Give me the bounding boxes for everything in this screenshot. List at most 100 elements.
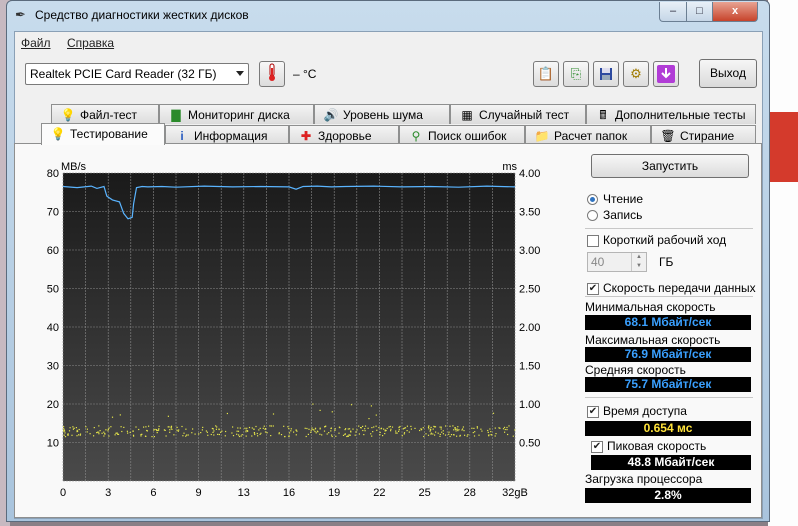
access-time-point <box>64 432 66 434</box>
access-time-point <box>192 428 194 430</box>
access-time-point <box>86 431 88 433</box>
access-time-point <box>64 436 67 438</box>
access-time-point <box>391 426 394 428</box>
access-time-point <box>449 425 451 427</box>
access-time-point <box>321 434 323 436</box>
tab-health[interactable]: ✚ Здоровье <box>289 125 399 145</box>
access-time-point <box>158 425 160 427</box>
drive-select[interactable]: Realtek PCIE Card Reader (32 ГБ) <box>25 63 249 85</box>
access-time-point <box>262 427 264 429</box>
access-time-point <box>269 425 271 427</box>
tab-label: Тестирование <box>70 127 148 141</box>
y-right-tick-label: 2.00 <box>519 322 540 334</box>
access-time-point <box>153 436 155 438</box>
menu-help[interactable]: Справка <box>67 36 114 50</box>
control-sidebar: Запустить Чтение Запись Короткий рабочий… <box>585 144 756 514</box>
y-right-tick-label: 1.00 <box>519 399 540 411</box>
access-time-point <box>245 429 247 431</box>
access-time-point <box>173 434 175 436</box>
access-time-point <box>406 425 408 427</box>
burst-rate-label: Пиковая скорость <box>607 439 707 453</box>
tab-error-scan[interactable]: ⚲ Поиск ошибок <box>399 125 525 145</box>
maximize-button[interactable]: □ <box>686 2 713 22</box>
tab-erase[interactable]: 🗑 Стирание <box>651 125 756 145</box>
access-time-point <box>78 428 80 431</box>
access-time-point <box>295 429 297 431</box>
access-time-point <box>156 429 158 432</box>
access-time-point <box>319 427 321 429</box>
access-time-point <box>435 431 437 433</box>
copy-button[interactable]: 📋 <box>533 61 559 87</box>
access-time-point <box>256 432 258 435</box>
title-bar: ✒ Средство диагностики жестких дисков – … <box>7 1 769 29</box>
access-time-point <box>344 433 346 435</box>
start-button[interactable]: Запустить <box>591 154 749 178</box>
short-stroke-checkbox[interactable] <box>587 235 599 247</box>
exit-button[interactable]: Выход <box>699 59 757 88</box>
save-button[interactable] <box>593 61 619 87</box>
access-time-point <box>403 432 406 434</box>
short-stroke-value: 40 <box>591 255 605 269</box>
random-icon: ▦ <box>461 108 473 122</box>
access-time-point <box>495 433 497 435</box>
access-time-point <box>67 433 69 435</box>
tab-file-test[interactable]: 💡 Файл-тест <box>51 104 159 124</box>
tab-noise-level[interactable]: 🔊 Уровень шума <box>314 104 450 124</box>
close-button[interactable]: x <box>712 2 758 22</box>
tab-info[interactable]: i Информация <box>165 125 289 145</box>
access-time-point <box>376 429 378 431</box>
access-time-point <box>406 430 408 432</box>
tab-folder-usage[interactable]: 📁 Расчет папок <box>525 125 651 145</box>
copy-green-button[interactable]: ⎘ <box>563 61 589 87</box>
access-time-point <box>272 413 275 415</box>
access-time-point <box>63 434 65 436</box>
tab-extra-tests[interactable]: 🖩 Дополнительные тесты <box>586 104 756 124</box>
access-time-point <box>315 432 317 434</box>
menu-file[interactable]: Файл <box>21 36 51 50</box>
access-time-point <box>492 412 495 414</box>
access-time-point <box>350 431 352 433</box>
avg-speed-value: 75.7 Мбайт/сек <box>585 377 751 392</box>
access-time-point <box>258 429 260 431</box>
access-time-point <box>382 435 384 437</box>
access-time-point <box>502 428 505 430</box>
access-time-point <box>170 427 172 429</box>
access-time-point <box>72 426 74 428</box>
access-time-point <box>464 434 466 436</box>
transfer-rate-checkbox[interactable]: ✔ <box>587 283 599 295</box>
stepper-arrows-icon[interactable]: ▲ ▼ <box>631 253 646 271</box>
access-time-point <box>165 435 167 437</box>
thermometer-button[interactable] <box>259 61 285 87</box>
read-radio[interactable] <box>587 194 598 205</box>
tab-random-test[interactable]: ▦ Случайный тест <box>450 104 586 124</box>
access-time-point <box>305 435 307 438</box>
access-time-point <box>216 426 218 428</box>
tab-disk-monitor[interactable]: ▇ Мониторинг диска <box>159 104 314 124</box>
access-time-point <box>445 425 447 427</box>
tab-benchmark[interactable]: 💡 Тестирование <box>41 123 165 145</box>
x-tick-label: 9 <box>196 487 202 499</box>
burst-rate-checkbox[interactable]: ✔ <box>591 441 603 453</box>
access-time-point <box>171 428 173 430</box>
x-tick-label: 6 <box>150 487 156 499</box>
access-time-point <box>270 435 272 437</box>
y-left-tick-label: 70 <box>47 207 59 219</box>
access-time-point <box>183 432 185 434</box>
x-tick-label: 3 <box>105 487 111 499</box>
access-time-point <box>238 435 241 438</box>
download-button[interactable] <box>653 61 679 87</box>
access-time-point <box>410 428 412 430</box>
minimize-button[interactable]: – <box>659 2 687 22</box>
write-radio[interactable] <box>587 210 598 221</box>
access-time-checkbox[interactable]: ✔ <box>587 406 599 418</box>
access-time-point <box>444 434 447 436</box>
access-time-point <box>101 432 103 434</box>
settings-button[interactable]: ⚙ <box>623 61 649 87</box>
access-time-point <box>504 431 506 433</box>
access-time-point <box>121 430 123 433</box>
access-time-point <box>114 434 116 436</box>
x-tick-label: 32gB <box>502 487 528 499</box>
access-time-point <box>105 429 107 431</box>
short-stroke-stepper[interactable]: 40 ▲ ▼ <box>587 252 647 272</box>
x-tick-label: 22 <box>373 487 385 499</box>
